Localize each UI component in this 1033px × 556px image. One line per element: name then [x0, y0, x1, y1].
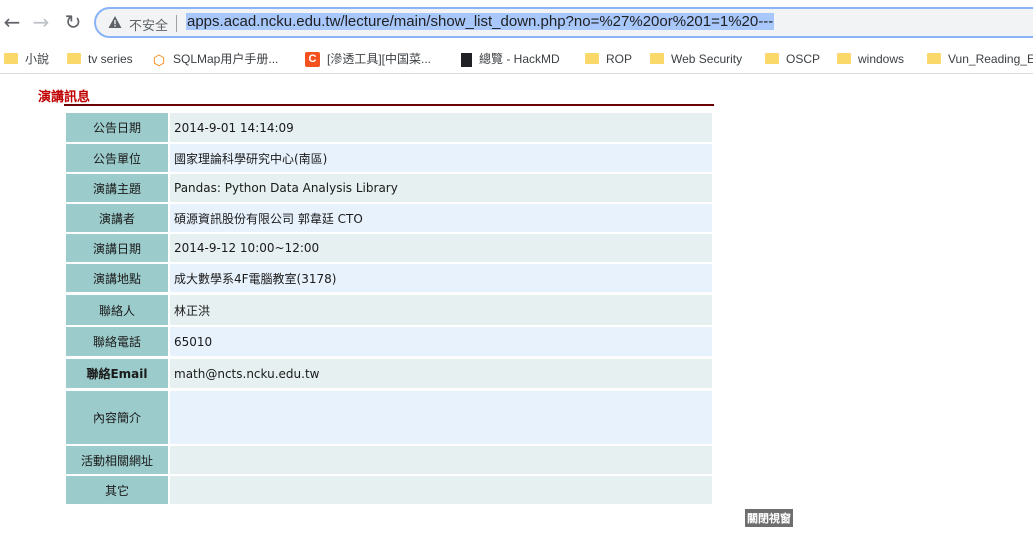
bookmark-label: SQLMap用户手册...: [173, 52, 279, 66]
table-row: 內容簡介: [66, 391, 712, 444]
warning-icon[interactable]: [108, 15, 122, 29]
folder-icon: [837, 53, 851, 65]
folder-icon: [585, 53, 599, 65]
row-value: Pandas: Python Data Analysis Library: [170, 174, 712, 202]
table-row: 公告單位 國家理論科學研究中心(南區): [66, 144, 712, 172]
row-label: 演講日期: [66, 234, 168, 262]
table-row: 聯絡人 林正洪: [66, 295, 712, 325]
bookmark-label: Vun_Reading_E: [948, 52, 1033, 66]
title-divider: [64, 104, 714, 106]
bookmark-item[interactable]: 總覽 - HackMD: [461, 49, 560, 69]
bookmark-label: OSCP: [786, 52, 821, 66]
table-row: 演講主題 Pandas: Python Data Analysis Librar…: [66, 174, 712, 202]
row-value: 碩源資訊股份有限公司 郭韋廷 CTO: [170, 204, 712, 232]
row-label: 演講地點: [66, 264, 168, 292]
bookmark-label: windows: [858, 52, 905, 66]
bookmark-label: 小說: [25, 52, 50, 66]
folder-icon: [67, 53, 81, 65]
table-row: 活動相關網址: [66, 446, 712, 474]
bookmark-item[interactable]: ROP: [585, 49, 632, 69]
folder-icon: [650, 53, 664, 65]
bookmark-item[interactable]: windows: [837, 49, 904, 69]
section-title: 演講訊息: [38, 90, 91, 105]
document-icon: [461, 52, 472, 67]
url-text[interactable]: apps.acad.ncku.edu.tw/lecture/main/show_…: [186, 13, 775, 30]
browser-toolbar: ← → ↻ 不安全 apps.acad.ncku.edu.tw/lecture/…: [0, 0, 1033, 44]
bookmark-label: [滲透工具][中国菜...: [327, 52, 432, 66]
c-logo-icon: C: [305, 52, 320, 68]
row-label: 公告單位: [66, 144, 168, 172]
row-value: 國家理論科學研究中心(南區): [170, 144, 712, 172]
security-status-label[interactable]: 不安全: [129, 15, 168, 34]
bookmarks-bar: 小說 tv series ⬡ SQLMap用户手册... C [滲透工具][中国菜.…: [0, 44, 1033, 74]
row-label: 內容簡介: [66, 391, 168, 444]
row-label: 演講者: [66, 204, 168, 232]
table-row: 其它: [66, 476, 712, 504]
bookmark-item[interactable]: tv series: [67, 49, 133, 69]
row-label: 聯絡人: [66, 295, 168, 325]
table-row: 演講地點 成大數學系4F電腦教室(3178): [66, 264, 712, 292]
bookmark-label: tv series: [88, 52, 133, 66]
row-value: 成大數學系4F電腦教室(3178): [170, 264, 712, 292]
table-row: 公告日期 2014-9-01 14:14:09: [66, 113, 712, 142]
row-label: 聯絡Email: [66, 359, 168, 388]
row-label: 演講主題: [66, 174, 168, 202]
row-label: 公告日期: [66, 113, 168, 142]
table-row: 聯絡Email math@ncts.ncku.edu.tw: [66, 359, 712, 388]
sqlmap-icon: ⬡: [152, 51, 166, 68]
bookmark-label: 總覽 - HackMD: [479, 52, 560, 66]
row-value: [170, 476, 712, 504]
bookmark-item[interactable]: 小說: [4, 49, 49, 69]
row-label: 聯絡電話: [66, 327, 168, 356]
folder-icon: [927, 53, 941, 65]
table-row: 演講日期 2014-9-12 10:00~12:00: [66, 234, 712, 262]
address-bar[interactable]: 不安全 apps.acad.ncku.edu.tw/lecture/main/s…: [94, 7, 1033, 38]
back-arrow-icon[interactable]: ←: [0, 10, 24, 34]
forward-arrow-icon[interactable]: →: [29, 10, 53, 34]
bookmark-item[interactable]: OSCP: [765, 49, 820, 69]
bookmark-item[interactable]: ⬡ SQLMap用户手册...: [152, 49, 278, 69]
folder-icon: [4, 53, 18, 65]
row-value: 2014-9-01 14:14:09: [170, 113, 712, 142]
bookmark-item[interactable]: Vun_Reading_E: [927, 49, 1033, 69]
reload-icon[interactable]: ↻: [61, 10, 85, 34]
row-value: [170, 446, 712, 474]
bookmark-label: ROP: [606, 52, 633, 66]
row-value: 2014-9-12 10:00~12:00: [170, 234, 712, 262]
bookmark-item[interactable]: C [滲透工具][中国菜...: [305, 49, 431, 69]
omnibox-divider: [176, 15, 177, 32]
row-label: 活動相關網址: [66, 446, 168, 474]
bookmark-label: Web Security: [671, 52, 743, 66]
row-value: 65010: [170, 327, 712, 356]
bookmark-item[interactable]: Web Security: [650, 49, 742, 69]
row-label: 其它: [66, 476, 168, 504]
close-window-button[interactable]: 關閉視窗: [745, 509, 793, 527]
row-value: math@ncts.ncku.edu.tw: [170, 359, 712, 388]
row-value: 林正洪: [170, 295, 712, 325]
table-row: 聯絡電話 65010: [66, 327, 712, 356]
table-row: 演講者 碩源資訊股份有限公司 郭韋廷 CTO: [66, 204, 712, 232]
row-value: [170, 391, 712, 444]
folder-icon: [765, 53, 779, 65]
